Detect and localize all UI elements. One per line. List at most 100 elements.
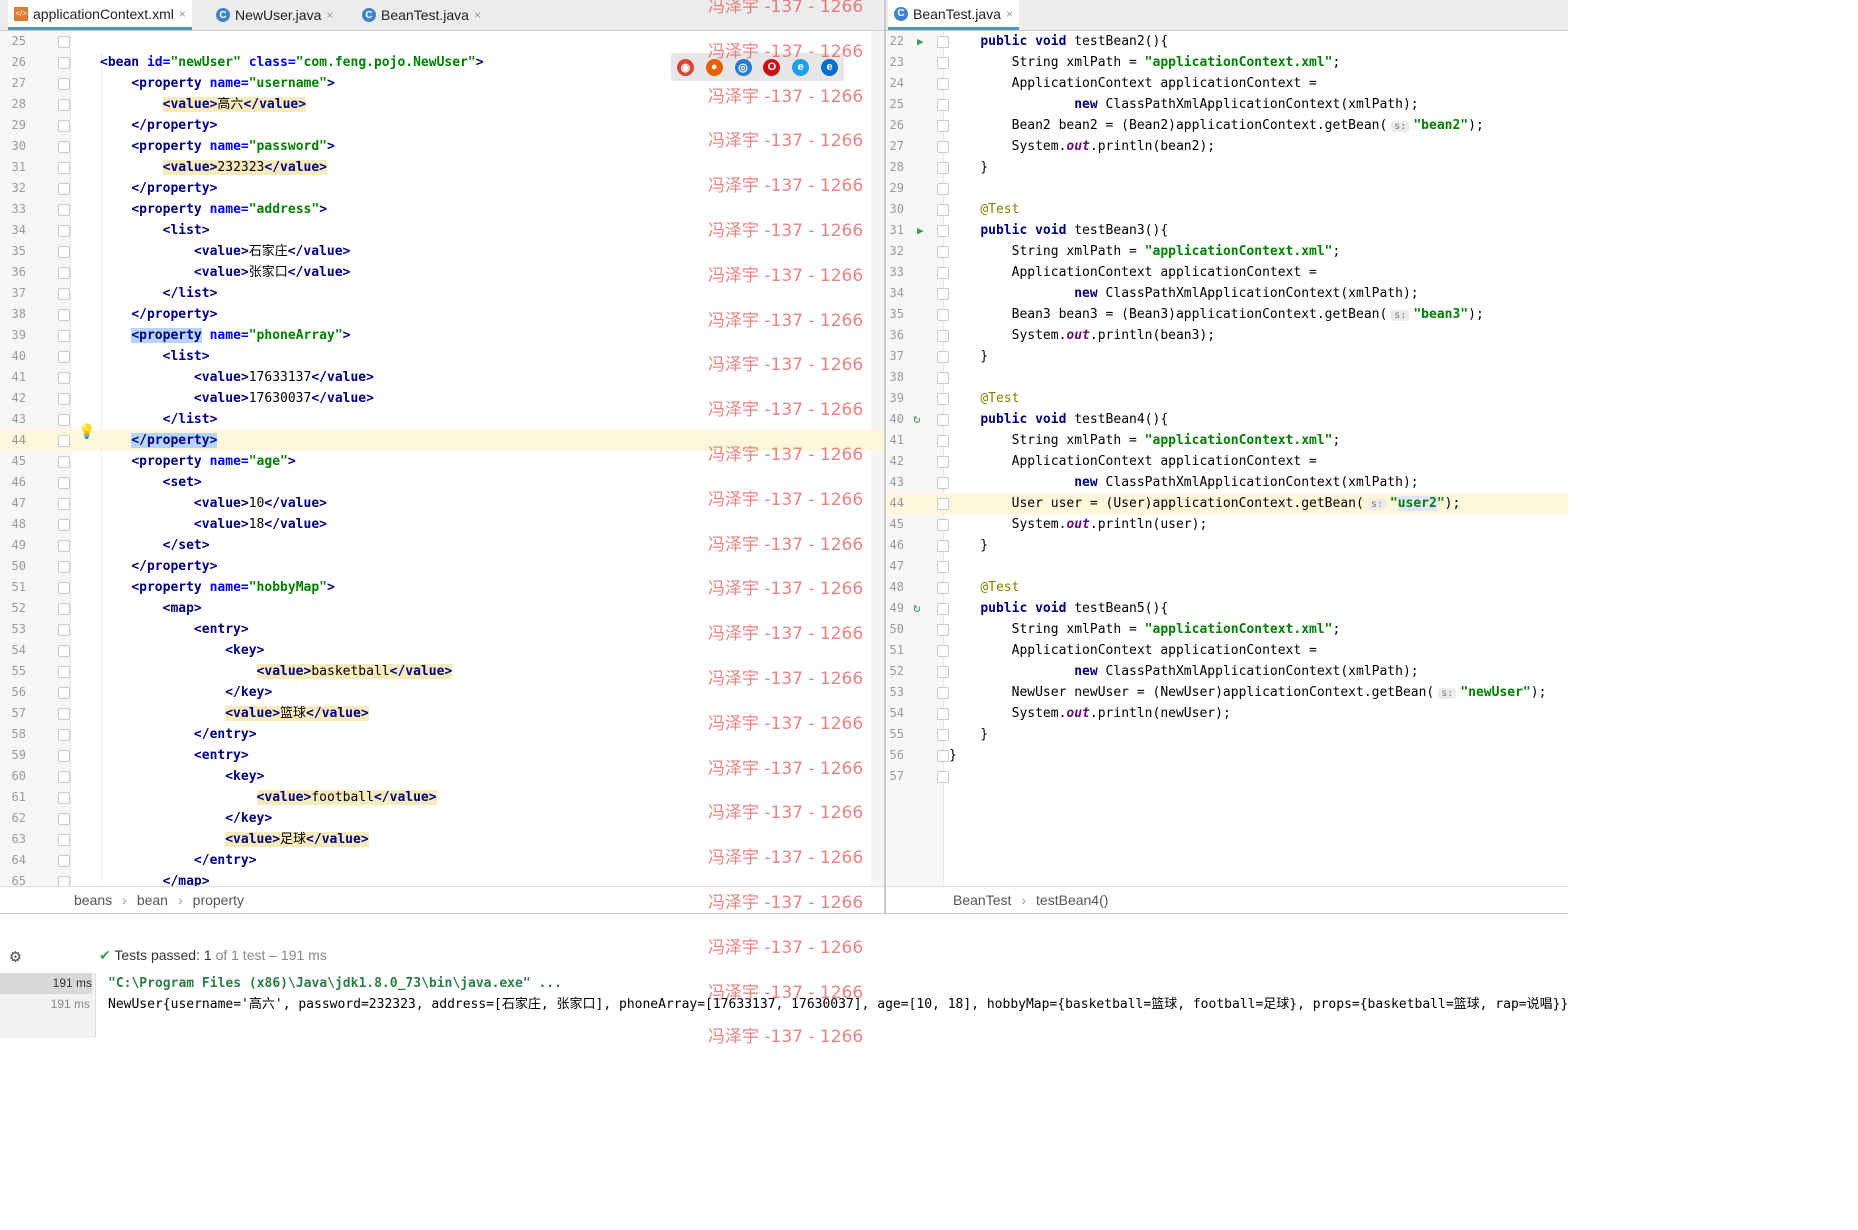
fold-marker-icon[interactable]	[58, 36, 70, 48]
fold-marker-icon[interactable]	[58, 561, 70, 573]
code-line[interactable]: 36 <value>张家口</value>	[0, 262, 884, 283]
close-icon[interactable]: ×	[179, 7, 186, 21]
fold-marker-icon[interactable]	[58, 246, 70, 258]
code-line[interactable]: 28 }	[886, 157, 1568, 178]
code-line[interactable]: 56 </key>	[0, 682, 884, 703]
close-icon[interactable]: ×	[326, 8, 333, 22]
fold-marker-icon[interactable]	[937, 309, 949, 321]
fold-marker-icon[interactable]	[58, 813, 70, 825]
breadcrumb-item[interactable]: bean	[137, 892, 168, 908]
code-line[interactable]: 39 <property name="phoneArray">	[0, 325, 884, 346]
close-icon[interactable]: ×	[474, 8, 481, 22]
fold-marker-icon[interactable]	[58, 372, 70, 384]
fold-marker-icon[interactable]	[937, 162, 949, 174]
code-line[interactable]: 61 <value>football</value>	[0, 787, 884, 808]
fold-marker-icon[interactable]	[58, 855, 70, 867]
fold-marker-icon[interactable]	[937, 120, 949, 132]
fold-marker-icon[interactable]	[58, 540, 70, 552]
fold-marker-icon[interactable]	[937, 393, 949, 405]
code-line[interactable]: 55 }	[886, 724, 1568, 745]
fold-marker-icon[interactable]	[58, 414, 70, 426]
code-line[interactable]: 52 new ClassPathXmlApplicationContext(xm…	[886, 661, 1568, 682]
editor-tab[interactable]: C BeanTest.java ×	[356, 0, 487, 30]
fold-marker-icon[interactable]	[937, 456, 949, 468]
fold-marker-icon[interactable]	[937, 435, 949, 447]
code-line[interactable]: 45 System.out.println(user);	[886, 514, 1568, 535]
editor-tab[interactable]: </> applicationContext.xml ×	[8, 0, 192, 30]
code-line[interactable]: 57	[886, 766, 1568, 787]
fold-marker-icon[interactable]	[58, 456, 70, 468]
breadcrumb-item[interactable]: testBean4()	[1036, 892, 1108, 908]
fold-marker-icon[interactable]	[58, 603, 70, 615]
fold-marker-icon[interactable]	[937, 246, 949, 258]
intention-bulb-icon[interactable]: 💡	[78, 424, 95, 440]
code-line[interactable]: 34 <list>	[0, 220, 884, 241]
code-line[interactable]: 29 </property>	[0, 115, 884, 136]
code-line[interactable]: 37 </list>	[0, 283, 884, 304]
fold-marker-icon[interactable]	[58, 645, 70, 657]
fold-marker-icon[interactable]	[58, 687, 70, 699]
editor-tab[interactable]: C BeanTest.java ×	[888, 0, 1019, 30]
code-line[interactable]: 28 <value>高六</value>	[0, 94, 884, 115]
fold-marker-icon[interactable]	[58, 309, 70, 321]
code-line[interactable]: 33 ApplicationContext applicationContext…	[886, 262, 1568, 283]
fold-marker-icon[interactable]	[58, 162, 70, 174]
fold-marker-icon[interactable]	[937, 78, 949, 90]
code-line[interactable]: 48 <value>18</value>	[0, 514, 884, 535]
code-line[interactable]: 32 </property>	[0, 178, 884, 199]
code-line[interactable]: 25 new ClassPathXmlApplicationContext(xm…	[886, 94, 1568, 115]
code-line[interactable]: 43 </list>	[0, 409, 884, 430]
code-line[interactable]: 49 public void testBean5(){↻	[886, 598, 1568, 619]
fold-marker-icon[interactable]	[58, 519, 70, 531]
fold-marker-icon[interactable]	[937, 267, 949, 279]
fold-marker-icon[interactable]	[937, 771, 949, 783]
code-line[interactable]: 48 @Test	[886, 577, 1568, 598]
code-line[interactable]: 46 <set>	[0, 472, 884, 493]
code-line[interactable]: 22 public void testBean2(){▶	[886, 31, 1568, 52]
fold-marker-icon[interactable]	[58, 225, 70, 237]
fold-marker-icon[interactable]	[937, 351, 949, 363]
code-line[interactable]: 32 String xmlPath = "applicationContext.…	[886, 241, 1568, 262]
fold-marker-icon[interactable]	[937, 750, 949, 762]
code-line[interactable]: 42 <value>17630037</value>	[0, 388, 884, 409]
run-test-icon[interactable]: ▶	[917, 220, 924, 241]
code-line[interactable]: 53 NewUser newUser = (NewUser)applicatio…	[886, 682, 1568, 703]
fold-marker-icon[interactable]	[937, 225, 949, 237]
firefox-icon[interactable]: ●	[705, 58, 723, 76]
fold-marker-icon[interactable]	[58, 435, 70, 447]
fold-marker-icon[interactable]	[58, 876, 70, 886]
code-line[interactable]: 34 new ClassPathXmlApplicationContext(xm…	[886, 283, 1568, 304]
code-line[interactable]: 39 @Test	[886, 388, 1568, 409]
code-line[interactable]: 59 <entry>	[0, 745, 884, 766]
fold-marker-icon[interactable]	[937, 288, 949, 300]
code-line[interactable]: 35 Bean3 bean3 = (Bean3)applicationConte…	[886, 304, 1568, 325]
code-line[interactable]: 49 </set>	[0, 535, 884, 556]
fold-marker-icon[interactable]	[58, 330, 70, 342]
fold-marker-icon[interactable]	[58, 834, 70, 846]
fold-marker-icon[interactable]	[58, 204, 70, 216]
breadcrumb-item[interactable]: beans	[74, 892, 112, 908]
code-line[interactable]: 51 <property name="hobbyMap">	[0, 577, 884, 598]
fold-marker-icon[interactable]	[937, 666, 949, 678]
code-line[interactable]: 63 <value>足球</value>	[0, 829, 884, 850]
fold-marker-icon[interactable]	[937, 645, 949, 657]
fold-marker-icon[interactable]	[937, 582, 949, 594]
code-line[interactable]: 46 }	[886, 535, 1568, 556]
fold-marker-icon[interactable]	[58, 57, 70, 69]
code-line[interactable]: 43 new ClassPathXmlApplicationContext(xm…	[886, 472, 1568, 493]
code-line[interactable]: 42 ApplicationContext applicationContext…	[886, 451, 1568, 472]
fold-marker-icon[interactable]	[937, 204, 949, 216]
run-test-icon[interactable]: ▶	[917, 31, 924, 52]
fold-marker-icon[interactable]	[58, 624, 70, 636]
breadcrumb-item[interactable]: property	[193, 892, 244, 908]
fold-marker-icon[interactable]	[937, 477, 949, 489]
fold-marker-icon[interactable]	[937, 57, 949, 69]
code-line[interactable]: 36 System.out.println(bean3);	[886, 325, 1568, 346]
code-line[interactable]: 47 <value>10</value>	[0, 493, 884, 514]
code-line[interactable]: 62 </key>	[0, 808, 884, 829]
fold-marker-icon[interactable]	[58, 792, 70, 804]
fold-marker-icon[interactable]	[937, 519, 949, 531]
code-line[interactable]: 31 public void testBean3(){▶	[886, 220, 1568, 241]
code-line[interactable]: 64 </entry>	[0, 850, 884, 871]
fold-marker-icon[interactable]	[937, 99, 949, 111]
